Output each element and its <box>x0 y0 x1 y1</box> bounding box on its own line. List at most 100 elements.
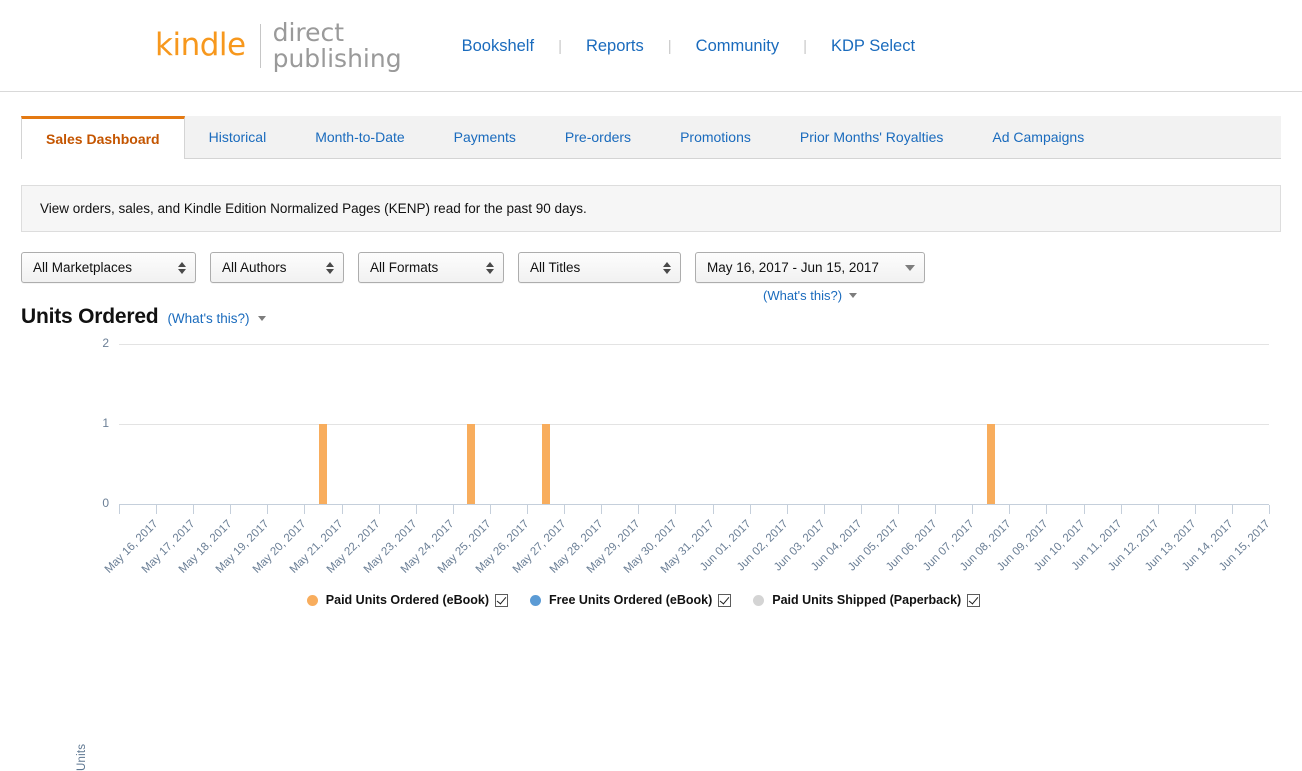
format-select[interactable]: All Formats <box>358 252 504 283</box>
chevron-down-icon[interactable] <box>849 293 858 298</box>
x-axis-tick <box>193 505 195 514</box>
logo-publishing-line: publishing <box>272 43 402 73</box>
y-axis-label: Units <box>76 743 88 771</box>
x-axis-tick <box>675 505 677 514</box>
x-axis-tick <box>156 505 158 514</box>
tab-sales-dashboard[interactable]: Sales Dashboard <box>21 116 185 159</box>
x-axis-tick <box>749 505 751 514</box>
x-axis-tick <box>1083 505 1085 514</box>
tab-historical[interactable]: Historical <box>185 116 292 158</box>
updown-arrows-icon <box>663 261 671 274</box>
tab-prior-months-royalties[interactable]: Prior Months' Royalties <box>776 116 969 158</box>
x-axis-tick <box>489 505 491 514</box>
filter-bar: All Marketplaces All Authors All Formats… <box>21 252 1281 303</box>
x-axis-tick <box>786 505 788 514</box>
nav-link-reports[interactable]: Reports <box>584 37 646 56</box>
x-axis-tick <box>564 505 566 514</box>
updown-arrows-icon <box>178 261 186 274</box>
tab-promotions[interactable]: Promotions <box>656 116 776 158</box>
tab-pre-orders[interactable]: Pre-orders <box>541 116 656 158</box>
date-range-value: May 16, 2017 - Jun 15, 2017 <box>707 260 879 275</box>
nav-separator: | <box>667 38 672 55</box>
units-ordered-chart: Units 0 1 2 May 16, 2017 May 17, 2017 May 18,… <box>21 336 1273 771</box>
x-axis-tick <box>1269 505 1270 514</box>
title-select-value: All Titles <box>530 260 581 275</box>
primary-nav: Bookshelf | Reports | Community | KDP Se… <box>460 37 917 56</box>
author-select-value: All Authors <box>222 260 287 275</box>
x-axis-tick <box>341 505 343 514</box>
page-title: Units Ordered <box>21 305 159 328</box>
x-axis-tick <box>1120 505 1122 514</box>
x-axis-tick <box>823 505 825 514</box>
legend-label: Paid Units Ordered (eBook) <box>325 593 490 607</box>
x-axis-tick <box>712 505 714 514</box>
nav-separator: | <box>803 38 807 55</box>
x-axis-tick <box>860 505 862 514</box>
y-axis-tick-label: 1 <box>102 416 109 430</box>
legend-checkbox[interactable] <box>495 593 509 607</box>
x-axis-tick <box>230 505 232 514</box>
legend-color-dot <box>753 594 765 606</box>
x-axis-tick <box>898 505 900 514</box>
logo-divider <box>259 23 261 68</box>
legend-label: Paid Units Shipped (Paperback) <box>772 593 962 607</box>
x-axis-tick <box>638 505 640 514</box>
logo-direct-line: direct <box>272 18 345 47</box>
updown-arrows-icon <box>326 261 334 274</box>
tab-ad-campaigns[interactable]: Ad Campaigns <box>968 116 1109 158</box>
x-axis-tick <box>378 505 380 514</box>
marketplace-select-value: All Marketplaces <box>33 260 133 275</box>
legend-checkbox[interactable] <box>967 593 981 607</box>
legend-color-dot <box>306 594 318 606</box>
y-axis-tick-label: 0 <box>102 496 109 510</box>
chart-legend: Paid Units Ordered (eBook) Free Units Or… <box>21 593 1266 607</box>
legend-checkbox[interactable] <box>718 593 732 607</box>
chevron-down-icon <box>905 264 915 271</box>
x-axis-tick <box>1009 505 1011 514</box>
chart-bar <box>986 424 995 504</box>
logo-direct-publishing-text: direct publishing <box>273 20 402 71</box>
info-banner-text: View orders, sales, and Kindle Edition N… <box>40 201 587 216</box>
title-select[interactable]: All Titles <box>518 252 681 283</box>
legend-color-dot <box>530 594 542 606</box>
marketplace-select[interactable]: All Marketplaces <box>21 252 196 283</box>
site-header: kindle direct publishing Bookshelf | Rep… <box>0 0 1302 92</box>
chart-whats-this: (What's this?) <box>167 311 249 326</box>
chart-gridline <box>119 344 1269 345</box>
legend-item-paid-units-ordered-ebook[interactable]: Paid Units Ordered (eBook) <box>306 593 509 607</box>
author-select[interactable]: All Authors <box>210 252 344 283</box>
nav-link-kdp-select[interactable]: KDP Select <box>829 37 917 56</box>
x-axis-tick <box>415 505 417 514</box>
x-axis-tick <box>935 505 937 514</box>
legend-item-paid-units-shipped-paperback[interactable]: Paid Units Shipped (Paperback) <box>753 593 981 607</box>
x-axis-tick <box>1231 505 1233 514</box>
chart-gridline <box>119 424 1269 425</box>
x-axis-tick <box>601 505 603 514</box>
legend-item-free-units-ordered-ebook[interactable]: Free Units Ordered (eBook) <box>530 593 732 607</box>
tab-bar: Sales Dashboard Historical Month-to-Date… <box>21 116 1281 159</box>
y-axis-tick-label: 2 <box>102 336 109 350</box>
kdp-logo[interactable]: kindle direct publishing <box>155 20 402 71</box>
info-banner: View orders, sales, and Kindle Edition N… <box>21 185 1281 232</box>
tab-month-to-date[interactable]: Month-to-Date <box>291 116 429 158</box>
x-axis-tick <box>1046 505 1048 514</box>
x-axis-tick <box>1194 505 1196 514</box>
x-axis-tick <box>267 505 269 514</box>
date-range-whats-this-link[interactable]: (What's this?) <box>763 288 842 303</box>
date-range-whats-this: (What's this?) <box>763 288 858 303</box>
tab-payments[interactable]: Payments <box>430 116 541 158</box>
x-axis-tick <box>972 505 974 514</box>
updown-arrows-icon <box>486 261 494 274</box>
chart-whats-this-link[interactable]: (What's this?) <box>167 311 249 326</box>
x-axis-tick <box>1157 505 1159 514</box>
x-axis-tick <box>527 505 529 514</box>
date-range-picker[interactable]: May 16, 2017 - Jun 15, 2017 <box>695 252 925 283</box>
x-axis-tick <box>119 505 120 514</box>
legend-label: Free Units Ordered (eBook) <box>549 593 713 607</box>
chart-header: Units Ordered (What's this?) <box>21 305 1281 329</box>
chevron-down-icon[interactable] <box>257 316 266 321</box>
chart-bar <box>467 424 476 504</box>
nav-link-community[interactable]: Community <box>694 37 781 56</box>
nav-link-bookshelf[interactable]: Bookshelf <box>460 37 536 56</box>
logo-kindle-text: kindle <box>155 27 246 63</box>
